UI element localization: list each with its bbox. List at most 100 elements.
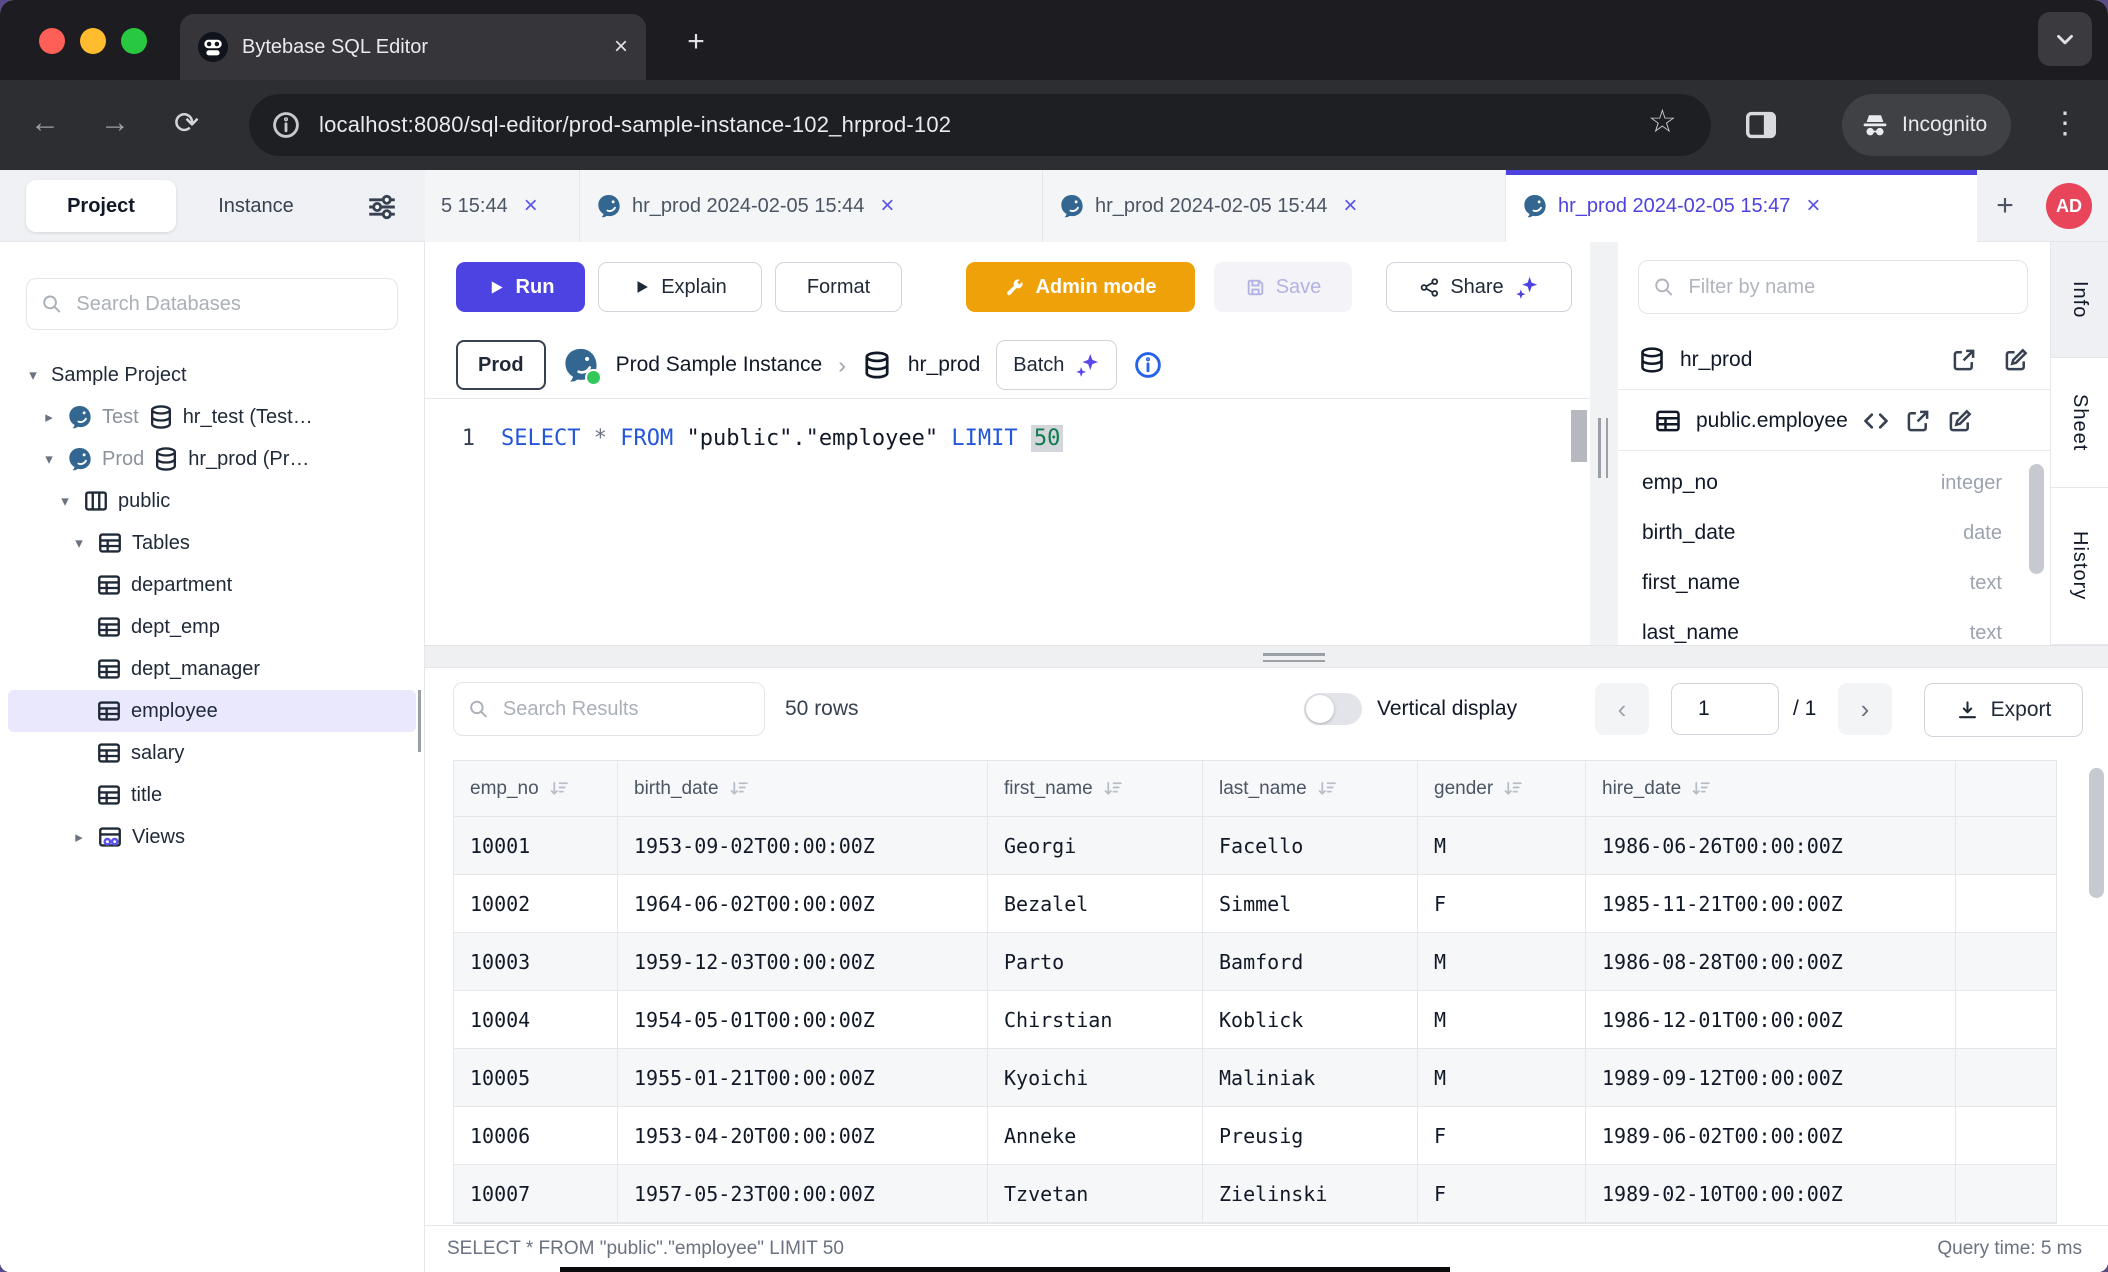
cell[interactable]: 10005: [454, 1049, 618, 1107]
cell[interactable]: Parto: [988, 933, 1203, 991]
editor-scrollbar-thumb[interactable]: [1571, 410, 1587, 462]
sort-icon[interactable]: [1502, 778, 1523, 799]
cell[interactable]: M: [1418, 817, 1586, 875]
export-button[interactable]: Export: [1924, 683, 2083, 737]
cell[interactable]: 1953-04-20T00:00:00Z: [618, 1107, 988, 1165]
cell[interactable]: Bamford: [1203, 933, 1418, 991]
table-row[interactable]: 100061953-04-20T00:00:00ZAnnekePreusigF1…: [454, 1107, 2056, 1165]
page-number-input[interactable]: [1671, 683, 1779, 735]
cell[interactable]: 1986-08-28T00:00:00Z: [1586, 933, 1956, 991]
user-avatar[interactable]: AD: [2046, 183, 2092, 229]
table-row[interactable]: 100071957-05-23T00:00:00ZTzvetanZielinsk…: [454, 1165, 2056, 1223]
close-editor-tab-icon[interactable]: ×: [1806, 192, 1820, 220]
table-row[interactable]: 100011953-09-02T00:00:00ZGeorgiFacelloM1…: [454, 817, 2056, 875]
vertical-display-toggle[interactable]: [1304, 693, 1362, 725]
table-row[interactable]: 100031959-12-03T00:00:00ZPartoBamfordM19…: [454, 933, 2056, 991]
cell[interactable]: Simmel: [1203, 875, 1418, 933]
cell[interactable]: 1986-06-26T00:00:00Z: [1586, 817, 1956, 875]
schema-column-row[interactable]: birth_date date: [1642, 508, 2002, 558]
sort-icon[interactable]: [548, 778, 569, 799]
cell[interactable]: F: [1418, 1165, 1586, 1223]
tab-sheet[interactable]: Sheet: [2051, 358, 2108, 488]
table-row[interactable]: 100051955-01-21T00:00:00ZKyoichiMaliniak…: [454, 1049, 2056, 1107]
url-text[interactable]: localhost:8080/sql-editor/prod-sample-in…: [319, 112, 951, 138]
column-header[interactable]: last_name: [1203, 761, 1418, 817]
schema-column-row[interactable]: first_name text: [1642, 558, 2002, 608]
admin-mode-button[interactable]: Admin mode: [966, 262, 1195, 312]
schema-table-row[interactable]: public.employee: [1618, 391, 2050, 451]
schema-database-row[interactable]: hr_prod: [1618, 330, 2050, 390]
maximize-window-button[interactable]: [121, 28, 147, 54]
cell[interactable]: 1959-12-03T00:00:00Z: [618, 933, 988, 991]
tab-instance[interactable]: Instance: [196, 180, 316, 232]
tab-history[interactable]: History: [2051, 488, 2108, 645]
tree-item-tables[interactable]: ▾ Tables: [0, 522, 424, 564]
results-scrollbar-thumb[interactable]: [2089, 768, 2104, 898]
browser-tab[interactable]: Bytebase SQL Editor ×: [180, 14, 646, 80]
edit-icon[interactable]: [1946, 407, 1974, 435]
cell[interactable]: F: [1418, 875, 1586, 933]
cell[interactable]: 10004: [454, 991, 618, 1049]
panel-resize-divider[interactable]: [1590, 242, 1618, 645]
database-search-input[interactable]: [74, 292, 383, 317]
editor-tab-4-active[interactable]: hr_prod 2024-02-05 15:47 ×: [1506, 170, 1977, 242]
back-button[interactable]: ←: [30, 106, 60, 140]
cell[interactable]: 10001: [454, 817, 618, 875]
bookmark-star-icon[interactable]: ☆: [1648, 102, 1677, 140]
sort-icon[interactable]: [1690, 778, 1711, 799]
cell[interactable]: 10002: [454, 875, 618, 933]
schema-column-row[interactable]: emp_no integer: [1642, 458, 2002, 508]
cell[interactable]: 10006: [454, 1107, 618, 1165]
new-tab-button[interactable]: +: [676, 22, 716, 62]
column-header[interactable]: first_name: [988, 761, 1203, 817]
results-resize-divider[interactable]: [425, 645, 2108, 668]
cell[interactable]: Facello: [1203, 817, 1418, 875]
close-editor-tab-icon[interactable]: ×: [524, 192, 538, 220]
table-row[interactable]: 100041954-05-01T00:00:00ZChirstianKoblic…: [454, 991, 2056, 1049]
tree-item-hr-prod[interactable]: ▾ Prod hr_prod (Pr…: [0, 438, 424, 480]
tree-item-project[interactable]: ▾ Sample Project: [0, 354, 424, 396]
cell[interactable]: 1964-06-02T00:00:00Z: [618, 875, 988, 933]
caret-down-icon[interactable]: ▾: [70, 534, 88, 552]
forward-button[interactable]: →: [100, 106, 130, 140]
reload-button[interactable]: ⟳: [174, 106, 199, 141]
cell[interactable]: F: [1418, 1107, 1586, 1165]
tree-item-table-title[interactable]: title: [0, 774, 424, 816]
tree-item-table-dept-emp[interactable]: dept_emp: [0, 606, 424, 648]
site-info-icon[interactable]: [271, 110, 301, 140]
view-code-icon[interactable]: [1862, 407, 1890, 435]
column-header[interactable]: gender: [1418, 761, 1586, 817]
info-circle-icon[interactable]: [1133, 350, 1163, 380]
side-panel-icon[interactable]: [1742, 106, 1780, 144]
editor-tab-2[interactable]: hr_prod 2024-02-05 15:44 ×: [580, 170, 1043, 242]
tree-item-table-salary[interactable]: salary: [0, 732, 424, 774]
cell[interactable]: 1957-05-23T00:00:00Z: [618, 1165, 988, 1223]
cell[interactable]: Zielinski: [1203, 1165, 1418, 1223]
close-editor-tab-icon[interactable]: ×: [1343, 192, 1357, 220]
column-header[interactable]: birth_date: [618, 761, 988, 817]
cell[interactable]: Anneke: [988, 1107, 1203, 1165]
browser-menu-icon[interactable]: ⋮: [2050, 106, 2080, 141]
sql-code-line[interactable]: 1 SELECT * FROM "public"."employee" LIMI…: [425, 416, 1063, 460]
table-row[interactable]: 100021964-06-02T00:00:00ZBezalelSimmelF1…: [454, 875, 2056, 933]
sidebar-filter-sliders-icon[interactable]: [366, 191, 398, 223]
cell[interactable]: 1989-06-02T00:00:00Z: [1586, 1107, 1956, 1165]
open-external-icon[interactable]: [1950, 346, 1978, 374]
caret-right-icon[interactable]: ▸: [70, 828, 88, 846]
new-editor-tab-button[interactable]: +: [1977, 170, 2033, 242]
sort-icon[interactable]: [1102, 778, 1123, 799]
caret-down-icon[interactable]: ▾: [24, 366, 42, 384]
cell[interactable]: Tzvetan: [988, 1165, 1203, 1223]
schema-scrollbar-thumb[interactable]: [2029, 464, 2044, 574]
tree-item-hr-test[interactable]: ▸ Test hr_test (Test…: [0, 396, 424, 438]
schema-filter-box[interactable]: [1638, 260, 2028, 314]
cell[interactable]: Preusig: [1203, 1107, 1418, 1165]
cell[interactable]: 1955-01-21T00:00:00Z: [618, 1049, 988, 1107]
editor-tab-1[interactable]: 5 15:44 ×: [425, 170, 580, 242]
minimize-window-button[interactable]: [80, 28, 106, 54]
close-editor-tab-icon[interactable]: ×: [880, 192, 894, 220]
tree-item-table-dept-manager[interactable]: dept_manager: [0, 648, 424, 690]
close-tab-icon[interactable]: ×: [614, 33, 628, 61]
run-button[interactable]: Run: [456, 262, 585, 312]
caret-down-icon[interactable]: ▾: [40, 450, 58, 468]
